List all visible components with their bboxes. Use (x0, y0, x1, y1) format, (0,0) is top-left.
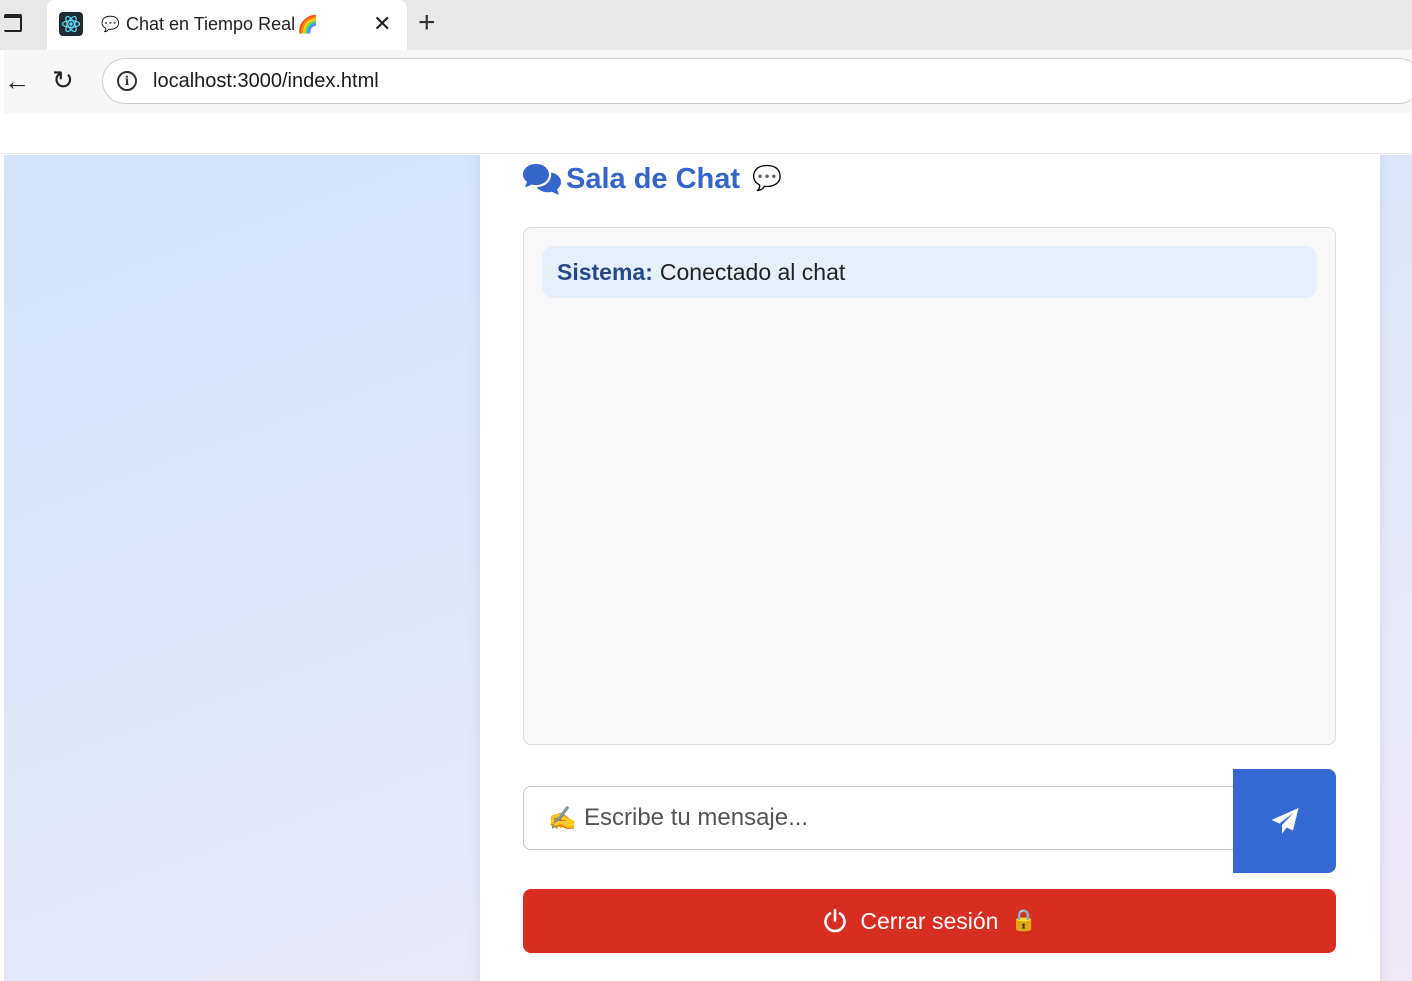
comments-icon (523, 164, 561, 195)
message-text: Conectado al chat (659, 258, 846, 285)
logout-button[interactable]: Cerrar sesión 🔒 (523, 889, 1336, 953)
new-tab-button[interactable]: + (418, 8, 436, 38)
speech-bubble-icon: 💬 (752, 165, 782, 192)
bookmark-bar (4, 114, 1412, 154)
chat-heading: Sala de Chat 💬 (522, 159, 782, 199)
reload-button[interactable]: ↻ (52, 67, 74, 93)
message-list[interactable]: Sistema: Conectado al chat (523, 227, 1336, 745)
list-item: Sistema: Conectado al chat (542, 246, 1317, 298)
lock-icon: 🔒 (1010, 909, 1037, 932)
browser-tab-strip: 💬 Chat en Tiempo Real 🌈 ✕ + (0, 0, 1412, 50)
paper-plane-icon (1271, 808, 1298, 834)
chat-card: Sala de Chat 💬 Sistema: Conectado al cha… (480, 155, 1380, 981)
speech-bubble-icon: 💬 (101, 16, 120, 33)
tab-title: Chat en Tiempo Real (126, 14, 296, 34)
react-icon (59, 12, 83, 36)
browser-toolbar: ← ↻ i localhost:3000/index.html (4, 50, 1412, 114)
send-button[interactable] (1233, 769, 1336, 873)
back-button[interactable]: ← (4, 68, 30, 94)
writing-hand-icon: ✍️ (548, 805, 577, 831)
message-input-wrapper[interactable]: ✍️ (523, 786, 1235, 850)
url-text[interactable]: localhost:3000/index.html (153, 70, 379, 93)
page-title: Sala de Chat (566, 162, 741, 195)
message-sender: Sistema: (557, 258, 653, 285)
site-info-icon[interactable]: i (117, 71, 137, 91)
browser-tab[interactable]: 💬 Chat en Tiempo Real 🌈 ✕ (47, 0, 407, 50)
page-viewport: Sala de Chat 💬 Sistema: Conectado al cha… (4, 155, 1412, 981)
message-input[interactable] (584, 797, 1204, 839)
logout-label: Cerrar sesión (860, 907, 999, 934)
address-bar[interactable]: i localhost:3000/index.html (102, 58, 1412, 104)
power-icon (824, 908, 847, 933)
close-tab-icon[interactable]: ✕ (373, 12, 391, 36)
rainbow-icon: 🌈 (297, 15, 319, 34)
window-menu-icon[interactable] (4, 14, 22, 32)
